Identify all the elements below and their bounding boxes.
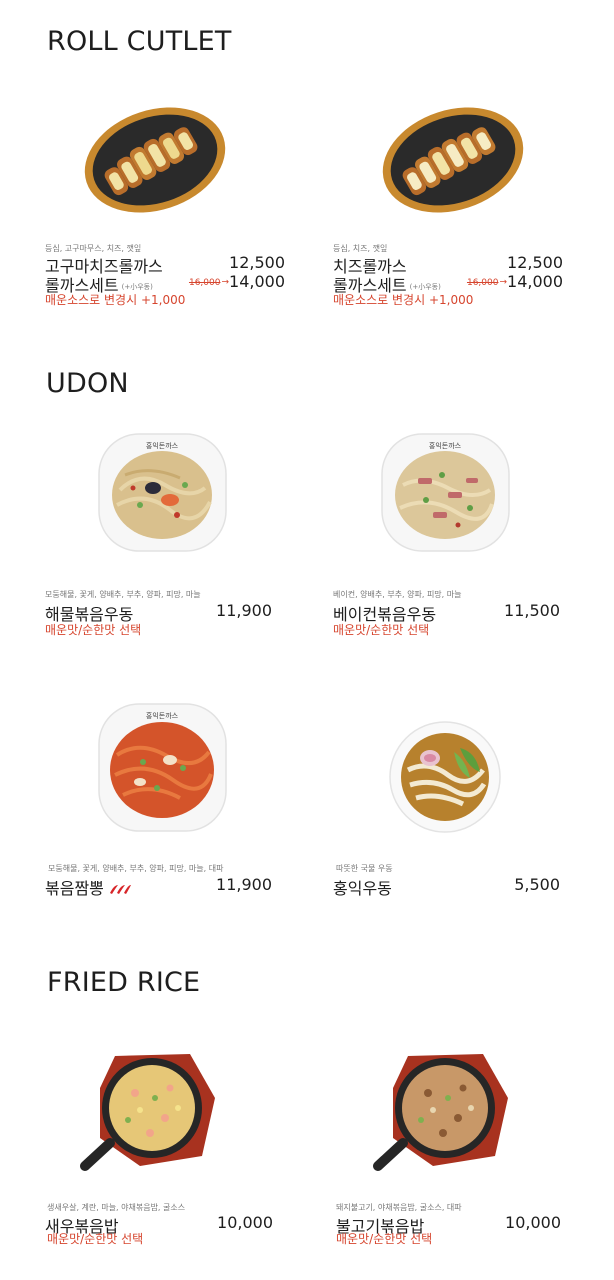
chili-pepper-icon bbox=[108, 880, 132, 899]
item-ingredients: 베이컨, 양배추, 부추, 양파, 피망, 마늘 bbox=[333, 590, 462, 599]
item-ingredients: 생새우살, 계란, 마늘, 야채볶음밥, 굴소스 bbox=[47, 1203, 186, 1212]
item-note: 매운소스로 변경시 +1,000 bbox=[333, 293, 474, 307]
hongik-udon-image bbox=[388, 720, 508, 840]
menu-item-seafood-udon[interactable]: 홍익돈까스 모둠해물, 꽃게, 양배추, 부추, 양파, 피망, 마늘 해물볶음… bbox=[45, 430, 285, 650]
menu-item-sweet-potato-cheese-roll[interactable]: 등심, 고구마무스, 치즈, 깻잎 고구마치즈롤까스 12,500 롤까스세트(… bbox=[45, 100, 285, 310]
item-name: 볶음짬뽕 bbox=[45, 875, 132, 899]
roll-cutlet-image bbox=[373, 100, 533, 240]
menu-item-bacon-udon[interactable]: 홍익돈까스 베이컨, 양배추, 부추, 양파, 피망, 마늘 베이컨볶음우동 1… bbox=[333, 430, 573, 650]
plate-brand: 홍익돈까스 bbox=[146, 441, 179, 450]
set-note: (+小우동) bbox=[121, 282, 153, 291]
seafood-udon-image: 홍익돈까스 bbox=[95, 430, 230, 560]
menu-item-shrimp-fried-rice[interactable]: 생새우살, 계란, 마늘, 야채볶음밥, 굴소스 새우볶음밥 10,000 매운… bbox=[45, 1048, 285, 1258]
item-price: 12,500 bbox=[229, 253, 285, 272]
menu-item-bulgogi-fried-rice[interactable]: 돼지불고기, 야채볶음밥, 굴소스, 대파 불고기볶음밥 10,000 매운맛/… bbox=[333, 1048, 573, 1258]
set-old-price: 16,000 bbox=[188, 277, 221, 288]
item-note: 매운맛/순한맛 선택 bbox=[336, 1232, 433, 1246]
item-ingredients: 돼지불고기, 야채볶음밥, 굴소스, 대파 bbox=[336, 1203, 462, 1212]
item-price: 10,000 bbox=[505, 1213, 561, 1232]
section-title-udon: UDON bbox=[46, 368, 129, 399]
menu-page: ROLL CUTLET 등심, 고구마무스, 치즈, 깻잎 고구마치즈롤까스 1… bbox=[0, 0, 614, 1280]
item-name: 홍익우동 bbox=[333, 879, 392, 898]
item-price: 11,900 bbox=[216, 875, 272, 894]
set-note: (+小우동) bbox=[409, 282, 441, 291]
jjamppong-image: 홍익돈까스 bbox=[95, 700, 230, 835]
roll-cutlet-image bbox=[75, 100, 235, 240]
item-note: 매운맛/순한맛 선택 bbox=[47, 1232, 144, 1246]
item-note: 매운소스로 변경시 +1,000 bbox=[45, 293, 186, 307]
item-price: 10,000 bbox=[217, 1213, 273, 1232]
set-price: 16,000→14,000 bbox=[466, 272, 563, 291]
item-ingredients: 모둠해물, 꽃게, 양배추, 부추, 양파, 피망, 마늘 bbox=[45, 590, 201, 599]
plate-brand: 홍익돈까스 bbox=[146, 711, 179, 720]
plate-brand: 홍익돈까스 bbox=[429, 441, 462, 450]
item-ingredients: 따뜻한 국물 우동 bbox=[336, 864, 393, 873]
section-title-fried-rice: FRIED RICE bbox=[47, 967, 201, 998]
menu-item-stir-fried-jjamppong[interactable]: 홍익돈까스 모둠해물, 꽃게, 양배추, 부추, 양파, 피망, 마늘, 대파 … bbox=[45, 700, 285, 900]
item-price: 11,500 bbox=[504, 601, 560, 620]
set-old-price: 16,000 bbox=[466, 277, 499, 288]
menu-item-cheese-roll[interactable]: 등심, 치즈, 깻잎 치즈롤까스 12,500 롤까스세트 (+小우동) 16,0… bbox=[333, 100, 573, 310]
section-title-roll-cutlet: ROLL CUTLET bbox=[47, 26, 232, 57]
item-price: 11,900 bbox=[216, 601, 272, 620]
bulgogi-fried-rice-image bbox=[373, 1048, 513, 1178]
item-price: 12,500 bbox=[507, 253, 563, 272]
arrow-icon: → bbox=[221, 277, 230, 288]
set-price: 16,000→14,000 bbox=[188, 272, 285, 291]
item-note: 매운맛/순한맛 선택 bbox=[333, 623, 430, 637]
item-note: 매운맛/순한맛 선택 bbox=[45, 623, 142, 637]
arrow-icon: → bbox=[499, 277, 508, 288]
shrimp-fried-rice-image bbox=[80, 1048, 220, 1178]
bacon-udon-image: 홍익돈까스 bbox=[378, 430, 513, 560]
item-ingredients: 모둠해물, 꽃게, 양배추, 부추, 양파, 피망, 마늘, 대파 bbox=[48, 864, 224, 873]
item-price: 5,500 bbox=[514, 875, 560, 894]
menu-item-hongik-udon[interactable]: 따뜻한 국물 우동 홍익우동 5,500 bbox=[333, 700, 573, 900]
